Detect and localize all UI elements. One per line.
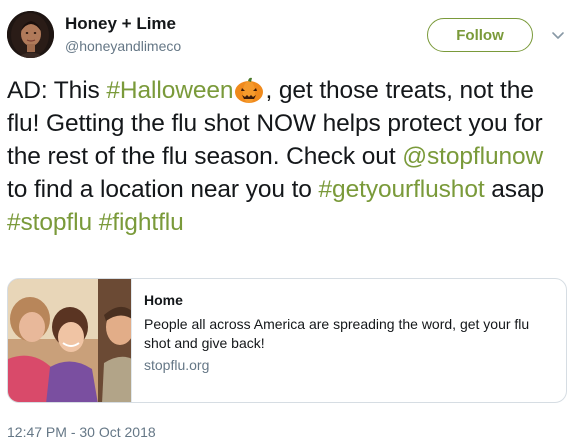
hashtag-link[interactable]: #fightflu — [99, 209, 184, 236]
hashtag-link[interactable]: #Halloween — [106, 77, 233, 104]
family-photo-icon — [8, 279, 132, 402]
user-handle[interactable]: @honeyandlimeco — [65, 38, 181, 54]
hashtag-link[interactable]: #getyourflushot — [319, 176, 485, 203]
tweet-timestamp[interactable]: 12:47 PM - 30 Oct 2018 — [7, 424, 156, 440]
tweet-text-segment: to find a location near you to — [7, 176, 319, 203]
tweet-text-segment: AD: This — [7, 77, 107, 104]
hashtag-link[interactable]: #stopflu — [7, 209, 92, 236]
tweet-text: AD: This #Halloween, get those treats, n… — [7, 74, 567, 239]
follow-button[interactable]: Follow — [427, 18, 533, 52]
profile-photo-icon — [7, 11, 54, 58]
chevron-down-icon[interactable] — [551, 28, 565, 42]
pumpkin-emoji-icon — [234, 76, 264, 104]
tweet-text-segment — [92, 209, 99, 236]
card-title: Home — [144, 292, 183, 308]
mention-link[interactable]: @stopflunow — [402, 143, 543, 170]
tweet-text-segment: asap — [484, 176, 544, 203]
card-domain: stopflu.org — [144, 357, 210, 373]
user-name[interactable]: Honey + Lime — [65, 14, 176, 34]
link-card[interactable]: Home People all across America are sprea… — [7, 278, 567, 403]
card-description: People all across America are spreading … — [144, 316, 530, 351]
avatar[interactable] — [7, 11, 54, 58]
